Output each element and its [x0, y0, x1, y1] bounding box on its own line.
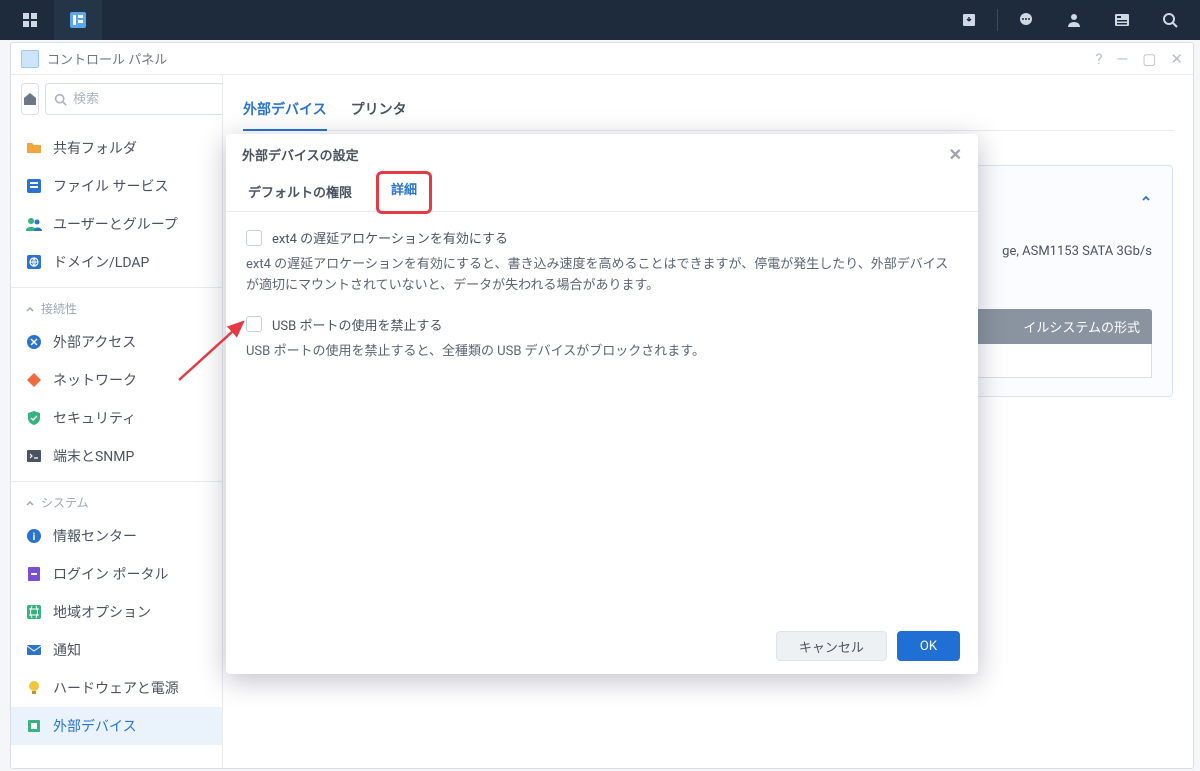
sidebar-item-label: セキュリティ [53, 408, 136, 428]
sidebar-item-file-services[interactable]: ファイル サービス [11, 167, 222, 205]
user-icon [1066, 12, 1082, 28]
checkbox-ext4-delayed-allocation[interactable] [246, 230, 262, 246]
cancel-button[interactable]: キャンセル [776, 631, 887, 661]
taskbar-download-button[interactable] [945, 0, 993, 40]
file-service-icon [25, 177, 43, 195]
tab-printer[interactable]: プリンタ [351, 91, 407, 130]
folder-icon [25, 139, 43, 157]
window-title: コントロール パネル [47, 49, 167, 68]
taskbar-chat-button[interactable] [1002, 0, 1050, 40]
chat-icon [1018, 12, 1034, 28]
help-button[interactable]: ? [1095, 50, 1102, 68]
sidebar-item-label: 端末とSNMP [53, 446, 134, 466]
checkbox-label: USB ポートの使用を禁止する [272, 315, 442, 334]
sidebar-item-domain-ldap[interactable]: ドメイン/LDAP [11, 243, 222, 281]
taskbar-app-control-panel[interactable] [54, 0, 102, 40]
collapse-toggle[interactable] [1140, 192, 1152, 208]
sidebar-item-label: 情報センター [53, 526, 137, 546]
taskbar-divider [997, 9, 998, 31]
chevron-up-icon [1140, 192, 1152, 204]
external-device-settings-dialog: 外部デバイスの設定 ✕ デフォルトの権限 詳細 ext4 の遅延アロケーションを… [226, 134, 978, 674]
sidebar-item-security[interactable]: セキュリティ [11, 399, 222, 437]
terminal-icon [25, 447, 43, 465]
minimize-button[interactable]: — [1117, 50, 1129, 68]
sidebar-item-label: 地域オプション [53, 602, 151, 622]
sidebar-item-label: ハードウェアと電源 [53, 678, 179, 698]
help-text-ext4: ext4 の遅延アロケーションを有効にすると、書き込み速度を高めることはできます… [246, 255, 958, 297]
info-icon: i [25, 527, 43, 545]
notification-icon [25, 641, 43, 659]
sidebar-item-label: ユーザーとグループ [53, 214, 178, 234]
external-access-icon [25, 333, 43, 351]
sidebar: 共有フォルダ ファイル サービス ユーザーとグループ ドメイン/LDAP [11, 75, 223, 768]
chevron-up-icon [25, 498, 35, 508]
sidebar-item-label: ログイン ポータル [53, 564, 168, 584]
window-titlebar: コントロール パネル ? — ▢ ✕ [11, 43, 1193, 75]
sidebar-item-notification[interactable]: 通知 [11, 631, 222, 669]
taskbar-search-button[interactable] [1146, 0, 1194, 40]
close-window-button[interactable]: ✕ [1170, 50, 1183, 68]
sidebar-item-label: 通知 [53, 640, 81, 660]
sidebar-divider [11, 287, 222, 288]
sidebar-item-external-access[interactable]: 外部アクセス [11, 323, 222, 361]
search-icon [54, 93, 67, 106]
sidebar-item-external-devices[interactable]: 外部デバイス [11, 707, 222, 745]
domain-icon [25, 253, 43, 271]
sidebar-item-terminal-snmp[interactable]: 端末とSNMP [11, 437, 222, 475]
taskbar-widgets-button[interactable] [1098, 0, 1146, 40]
dialog-title: 外部デバイスの設定 [242, 145, 359, 164]
download-icon [961, 12, 977, 28]
sidebar-section-system[interactable]: システム [11, 488, 222, 517]
chevron-up-icon [25, 304, 35, 314]
network-icon [25, 371, 43, 389]
sidebar-search[interactable] [45, 83, 223, 115]
sidebar-item-login-portal[interactable]: ログイン ポータル [11, 555, 222, 593]
window-app-icon [21, 50, 39, 68]
sidebar-item-network[interactable]: ネットワーク [11, 361, 222, 399]
help-text-usb: USB ポートの使用を禁止すると、全種類の USB デバイスがブロックされます。 [246, 342, 958, 363]
home-icon [22, 91, 38, 107]
search-icon [1162, 12, 1178, 28]
external-device-icon [25, 717, 43, 735]
sidebar-item-label: 共有フォルダ [53, 138, 137, 158]
maximize-button[interactable]: ▢ [1142, 50, 1156, 68]
login-portal-icon [25, 565, 43, 583]
dialog-tab-default-permissions[interactable]: デフォルトの権限 [242, 174, 358, 211]
tab-external-devices[interactable]: 外部デバイス [243, 91, 327, 131]
sidebar-item-label: ドメイン/LDAP [53, 252, 149, 272]
taskbar-user-button[interactable] [1050, 0, 1098, 40]
region-icon [25, 603, 43, 621]
users-icon [25, 215, 43, 233]
widgets-icon [1114, 12, 1130, 28]
checkbox-disable-usb-ports[interactable] [246, 316, 262, 332]
shield-icon [25, 409, 43, 427]
taskbar [0, 0, 1200, 40]
dialog-tab-advanced[interactable]: 詳細 [376, 171, 432, 214]
control-panel-icon [69, 11, 87, 29]
dialog-close-button[interactable]: ✕ [949, 145, 962, 164]
sidebar-item-shared-folder[interactable]: 共有フォルダ [11, 129, 222, 167]
sidebar-item-hardware-power[interactable]: ハードウェアと電源 [11, 669, 222, 707]
main-menu-button[interactable] [6, 0, 54, 40]
sidebar-item-regional-options[interactable]: 地域オプション [11, 593, 222, 631]
sidebar-item-info-center[interactable]: i 情報センター [11, 517, 222, 555]
sidebar-item-users-groups[interactable]: ユーザーとグループ [11, 205, 222, 243]
sidebar-item-label: 外部デバイス [53, 716, 137, 736]
svg-text:i: i [33, 532, 36, 543]
grid-icon [22, 12, 38, 28]
home-button[interactable] [21, 83, 39, 115]
lightbulb-icon [25, 679, 43, 697]
ok-button[interactable]: OK [897, 631, 960, 661]
sidebar-item-label: ファイル サービス [53, 176, 168, 196]
sidebar-section-connectivity[interactable]: 接続性 [11, 294, 222, 323]
sidebar-item-label: 外部アクセス [53, 332, 136, 352]
checkbox-label: ext4 の遅延アロケーションを有効にする [272, 228, 508, 247]
search-input[interactable] [73, 92, 223, 107]
sidebar-item-label: ネットワーク [53, 370, 137, 390]
sidebar-divider [11, 481, 222, 482]
